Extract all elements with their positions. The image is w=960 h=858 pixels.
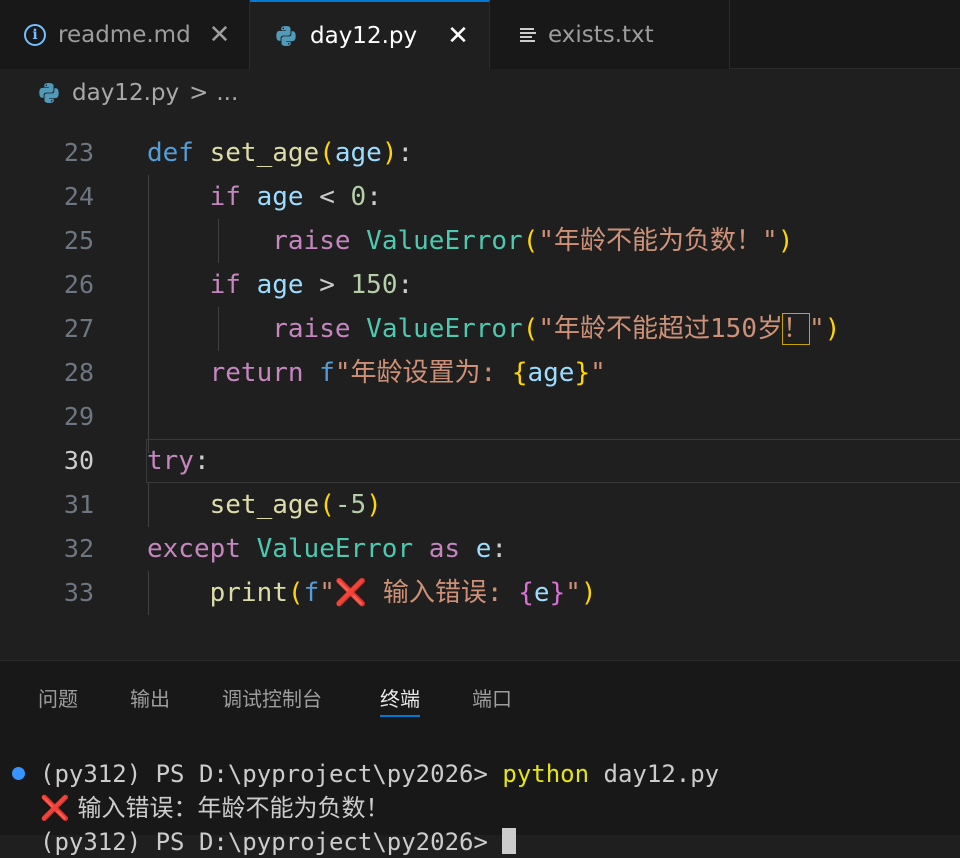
cross-mark-icon: ❌ — [40, 794, 70, 822]
breadcrumb-symbols[interactable]: ... — [216, 80, 238, 106]
code-text: try: — [147, 446, 210, 476]
code-line-current: 30 try: — [0, 439, 960, 483]
terminal-cursor — [502, 828, 517, 854]
panel-tab-terminal[interactable]: 终端 — [380, 683, 420, 717]
panel-tab-ports[interactable]: 端口 — [472, 683, 512, 715]
close-icon[interactable]: ✕ — [447, 23, 469, 49]
panel-tab-debug-console[interactable]: 调试控制台 — [222, 683, 322, 715]
tab-label: readme.md — [58, 21, 191, 48]
code-text: raise ValueError("年龄不能超过150岁！") — [272, 313, 841, 345]
tab-bar: i readme.md ✕ day12.py ✕ exists.txt — [0, 0, 960, 69]
breadcrumb: day12.py > ... — [0, 69, 960, 117]
line-number: 25 — [63, 226, 94, 255]
terminal-line: (py312) PS D:\pyproject\py2026> python d… — [40, 760, 720, 788]
code-text: raise ValueError("年龄不能为负数！") — [272, 226, 794, 256]
text-file-icon — [520, 26, 536, 44]
code-editor[interactable]: 23 def set_age(age): 24 if age < 0: 25 r… — [0, 117, 960, 660]
code-line: 32 except ValueError as e: — [0, 527, 960, 571]
code-line: 25 raise ValueError("年龄不能为负数！") — [0, 219, 960, 263]
code-text: set_age(-5) — [209, 490, 382, 520]
line-number: 27 — [63, 314, 94, 343]
tab-label: day12.py — [310, 22, 418, 49]
code-text: print(f"❌ 输入错误: {e}") — [209, 578, 597, 608]
code-text: if age > 150: — [209, 270, 414, 300]
line-number: 31 — [63, 490, 94, 519]
tab-day12[interactable]: day12.py ✕ — [250, 0, 490, 69]
cross-mark-icon: ❌ — [334, 578, 368, 608]
code-line: 29 — [0, 395, 960, 439]
tab-label: exists.txt — [548, 21, 654, 48]
close-icon[interactable]: ✕ — [209, 22, 231, 48]
current-line-highlight — [146, 439, 960, 483]
line-number: 30 — [63, 446, 94, 475]
line-number: 24 — [63, 182, 94, 211]
code-line: 26 if age > 150: — [0, 263, 960, 307]
code-line: 27 raise ValueError("年龄不能超过150岁！") — [0, 307, 960, 351]
code-line: 23 def set_age(age): — [0, 131, 960, 175]
chevron-right-icon: > — [189, 80, 209, 106]
code-line: 24 if age < 0: — [0, 175, 960, 219]
code-text: except ValueError as e: — [147, 534, 508, 564]
breadcrumb-file[interactable]: day12.py — [72, 80, 179, 106]
panel-tab-output[interactable]: 输出 — [130, 683, 170, 715]
tab-readme[interactable]: i readme.md ✕ — [0, 0, 250, 69]
code-text: return f"年龄设置为: {age}" — [209, 358, 606, 388]
terminal-command-decoration-icon[interactable] — [12, 767, 25, 780]
line-number: 23 — [63, 138, 94, 167]
code-line: 28 return f"年龄设置为: {age}" — [0, 351, 960, 395]
terminal-output: ❌ 输入错误：年龄不能为负数！ — [40, 794, 390, 822]
line-number: 29 — [63, 402, 94, 431]
line-number: 26 — [63, 270, 94, 299]
code-line: 31 set_age(-5) — [0, 483, 960, 527]
terminal-prompt[interactable]: (py312) PS D:\pyproject\py2026> — [40, 826, 517, 858]
line-number: 28 — [63, 358, 94, 387]
panel-tab-problems[interactable]: 问题 — [38, 683, 78, 715]
python-icon — [39, 83, 59, 103]
tab-exists[interactable]: exists.txt — [490, 0, 730, 69]
python-icon — [276, 25, 296, 46]
code-line: 33 print(f"❌ 输入错误: {e}") — [0, 571, 960, 615]
info-icon: i — [24, 23, 46, 46]
line-number: 32 — [63, 534, 94, 563]
code-text: if age < 0: — [209, 182, 382, 212]
line-number: 33 — [63, 578, 94, 607]
code-text: def set_age(age): — [147, 138, 414, 168]
